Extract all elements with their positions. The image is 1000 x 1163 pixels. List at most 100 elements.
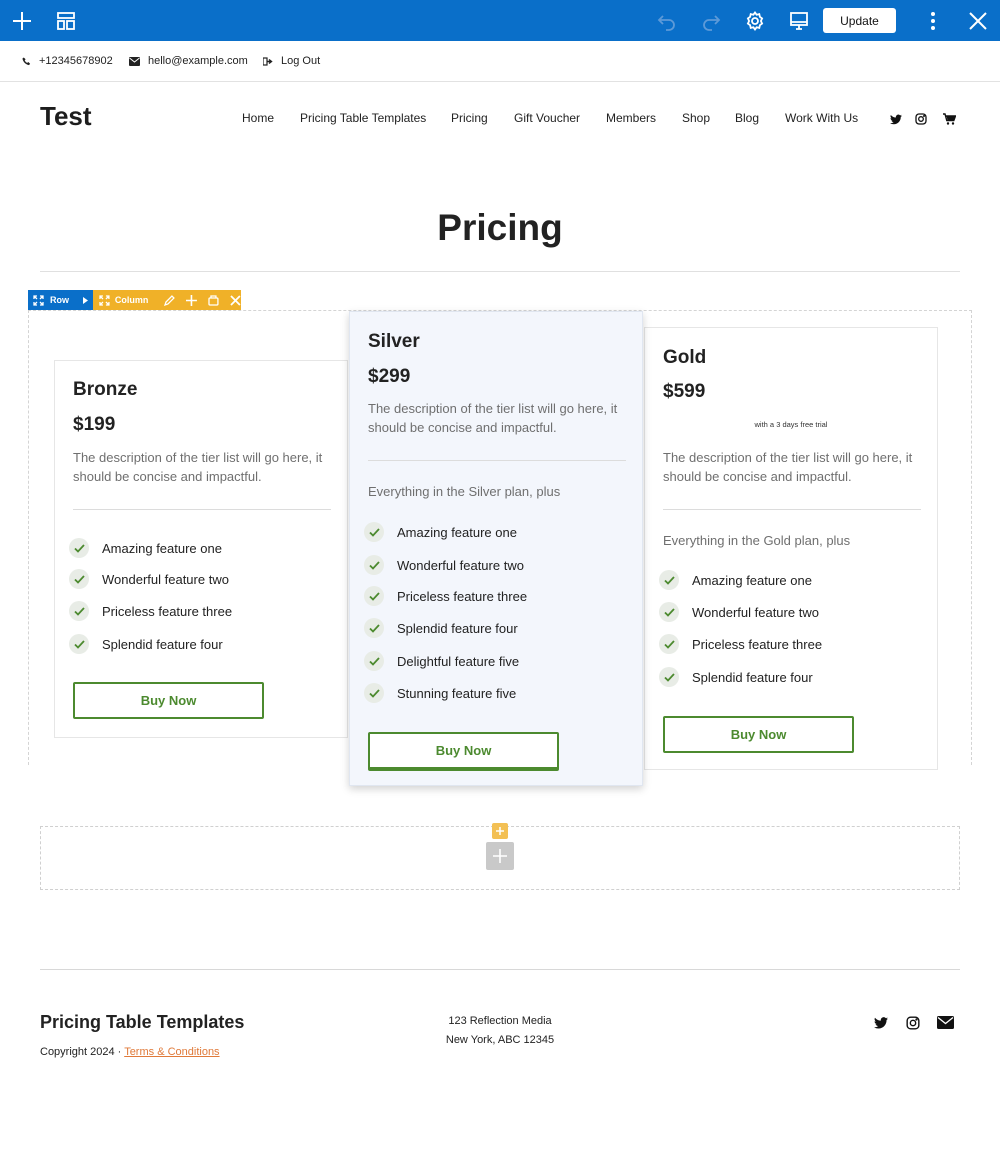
plan-name: Bronze xyxy=(73,379,138,400)
check-icon xyxy=(69,601,89,621)
feature-item: Priceless feature three xyxy=(659,634,822,654)
delete-icon[interactable] xyxy=(230,294,241,306)
logout-link[interactable]: Log Out xyxy=(263,54,320,68)
close-icon[interactable] xyxy=(964,7,992,35)
move-icon[interactable] xyxy=(99,294,110,306)
feature-item: Splendid feature four xyxy=(364,618,518,638)
check-icon xyxy=(364,522,384,542)
nav-item-blog[interactable]: Blog xyxy=(735,111,759,125)
add-column-icon[interactable] xyxy=(186,294,198,306)
plan-price: $199 xyxy=(73,414,116,435)
nav-item-home[interactable]: Home xyxy=(242,111,274,125)
update-button[interactable]: Update xyxy=(823,8,896,33)
desktop-preview-icon[interactable] xyxy=(785,7,813,35)
duplicate-icon[interactable] xyxy=(208,294,219,306)
email-icon[interactable] xyxy=(937,1016,954,1034)
feature-label: Priceless feature three xyxy=(692,636,823,652)
plan-name: Gold xyxy=(663,347,707,368)
pricing-card-gold: Gold $599 with a 3 days free trial The d… xyxy=(644,327,938,770)
feature-label: Stunning feature five xyxy=(397,685,517,701)
footer-address: 123 Reflection Media New York, ABC 12345 xyxy=(400,1012,600,1050)
card-divider xyxy=(368,460,626,461)
check-icon xyxy=(69,569,89,589)
nav-item-pricing[interactable]: Pricing xyxy=(451,111,488,125)
column-handle[interactable]: Column xyxy=(93,290,241,310)
pencil-icon[interactable] xyxy=(164,294,176,306)
plan-price: $599 xyxy=(663,381,706,402)
feature-item: Amazing feature one xyxy=(69,538,222,558)
top-info-bar: +12345678902 hello@example.com Log Out xyxy=(0,41,1000,82)
cart-icon[interactable] xyxy=(943,112,957,130)
phone-number: +12345678902 xyxy=(39,55,113,67)
buy-now-button[interactable]: Buy Now xyxy=(663,716,854,753)
feature-label: Amazing feature one xyxy=(102,540,222,556)
nav-item-members[interactable]: Members xyxy=(606,111,656,125)
feature-item: Priceless feature three xyxy=(69,601,232,621)
feature-label: Priceless feature three xyxy=(397,588,528,604)
check-icon xyxy=(69,634,89,654)
templates-icon[interactable] xyxy=(52,7,80,35)
card-divider xyxy=(73,509,331,510)
add-section-icon[interactable] xyxy=(492,823,508,839)
pricing-card-silver: Silver $299 The description of the tier … xyxy=(349,311,643,786)
feature-item: Amazing feature one xyxy=(659,570,812,590)
site-logo[interactable]: Test xyxy=(40,101,92,132)
plan-description: The description of the tier list will go… xyxy=(368,401,618,435)
address-line-2: New York, ABC 12345 xyxy=(445,1034,555,1046)
feature-label: Wonderful feature two xyxy=(692,604,819,620)
caret-right-icon[interactable] xyxy=(83,296,88,304)
twitter-icon[interactable] xyxy=(890,112,902,130)
feature-item: Wonderful feature two xyxy=(364,555,524,575)
more-options-icon[interactable] xyxy=(919,7,947,35)
nav-item-gift-voucher[interactable]: Gift Voucher xyxy=(514,111,580,125)
nav-item-work-with-us[interactable]: Work With Us xyxy=(785,111,858,125)
plan-description: The description of the tier list will go… xyxy=(73,450,323,484)
feature-item: Wonderful feature two xyxy=(69,569,229,589)
feature-item: Stunning feature five xyxy=(364,683,516,703)
envelope-icon xyxy=(129,56,140,66)
buy-now-button[interactable]: Buy Now xyxy=(73,682,264,719)
feature-item: Splendid feature four xyxy=(659,667,813,687)
plan-trial-note: with a 3 days free trial xyxy=(754,420,828,429)
page-title: Pricing xyxy=(437,207,563,248)
nav-item-shop[interactable]: Shop xyxy=(682,111,710,125)
phone-contact[interactable]: +12345678902 xyxy=(22,54,113,68)
plan-description: The description of the tier list will go… xyxy=(663,450,913,484)
plan-includes: Everything in the Silver plan, plus xyxy=(368,484,561,499)
plan-name: Silver xyxy=(368,331,420,352)
move-icon[interactable] xyxy=(33,294,44,306)
buy-now-button[interactable]: Buy Now xyxy=(368,732,559,769)
feature-label: Splendid feature four xyxy=(102,636,223,652)
twitter-icon[interactable] xyxy=(874,1016,888,1034)
add-icon[interactable] xyxy=(8,7,36,35)
address-line-1: 123 Reflection Media xyxy=(448,1015,552,1027)
email-contact[interactable]: hello@example.com xyxy=(129,54,248,68)
card-divider xyxy=(663,509,921,510)
terms-link[interactable]: Terms & Conditions xyxy=(124,1046,219,1058)
undo-icon[interactable] xyxy=(653,7,681,35)
add-element-icon[interactable] xyxy=(486,842,514,870)
logout-label: Log Out xyxy=(281,55,321,67)
footer-copyright: Copyright 2024 · Terms & Conditions xyxy=(40,1046,220,1058)
settings-icon[interactable] xyxy=(741,7,769,35)
check-icon xyxy=(659,570,679,590)
check-icon xyxy=(364,555,384,575)
footer-divider xyxy=(40,969,960,970)
feature-item: Amazing feature one xyxy=(364,522,517,542)
phone-icon xyxy=(22,56,31,65)
check-icon xyxy=(364,586,384,606)
row-handle[interactable]: Row xyxy=(28,290,93,310)
redo-icon[interactable] xyxy=(697,7,725,35)
check-icon xyxy=(659,634,679,654)
column-label: Column xyxy=(114,295,149,305)
instagram-icon[interactable] xyxy=(915,112,927,130)
check-icon xyxy=(659,602,679,622)
feature-label: Delightful feature five xyxy=(397,653,520,669)
feature-label: Wonderful feature two xyxy=(102,571,229,587)
nav-item-pricing-table-templates[interactable]: Pricing Table Templates xyxy=(300,111,426,125)
check-icon xyxy=(364,618,384,638)
feature-item: Wonderful feature two xyxy=(659,602,819,622)
instagram-icon[interactable] xyxy=(906,1016,920,1035)
email-address: hello@example.com xyxy=(148,55,248,67)
builder-toolbar: Update xyxy=(0,0,1000,41)
